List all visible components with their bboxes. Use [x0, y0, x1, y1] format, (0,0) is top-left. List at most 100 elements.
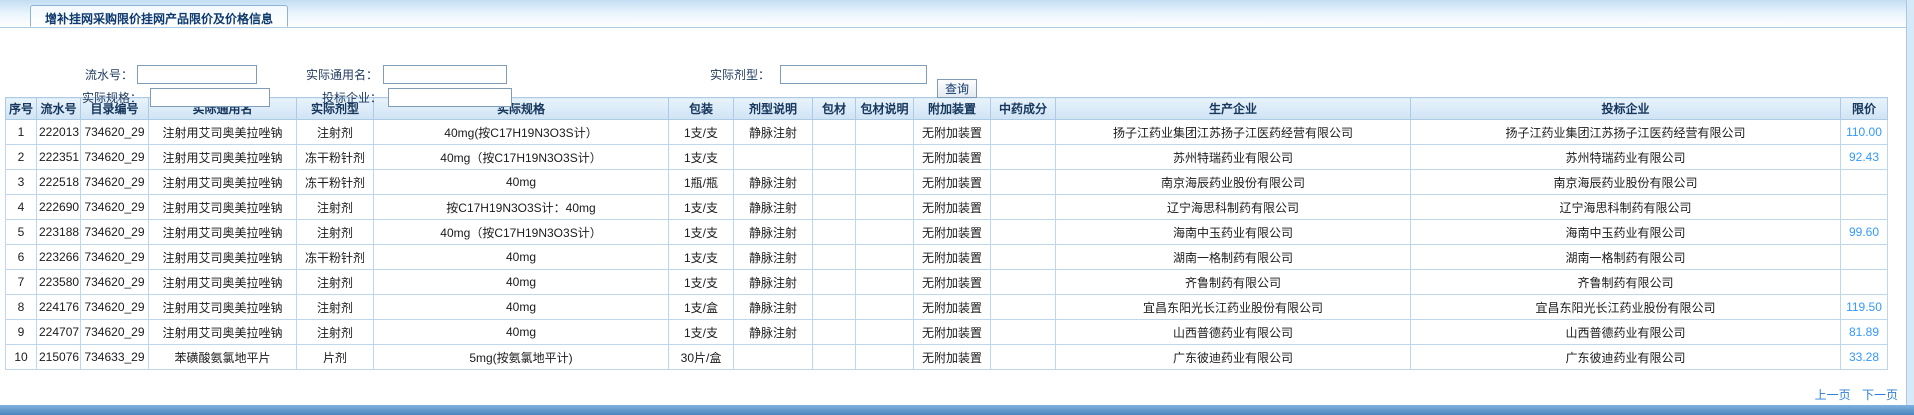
- cell: 宜昌东阳光长江药业股份有限公司: [1411, 295, 1841, 320]
- cell: 3: [6, 170, 37, 195]
- cell: [991, 170, 1056, 195]
- serial-number-input[interactable]: [137, 65, 257, 84]
- cell: [1841, 170, 1888, 195]
- cell: 33.28: [1841, 345, 1888, 370]
- cell: 湖南一格制药有限公司: [1411, 245, 1841, 270]
- cell: 223580: [37, 270, 81, 295]
- vertical-scrollbar-track[interactable]: [1906, 0, 1914, 405]
- column-header-9: 包材说明: [856, 98, 914, 120]
- cell: 广东彼迪药业有限公司: [1411, 345, 1841, 370]
- cell: 静脉注射: [734, 170, 813, 195]
- cell: 静脉注射: [734, 295, 813, 320]
- generic-name-input[interactable]: [383, 65, 507, 84]
- cell: 注射用艾司奥美拉唑钠: [149, 245, 297, 270]
- cell: 辽宁海思科制药有限公司: [1056, 195, 1411, 220]
- cell: 注射用艾司奥美拉唑钠: [149, 195, 297, 220]
- cell: 无附加装置: [914, 195, 991, 220]
- cell: 无附加装置: [914, 220, 991, 245]
- cell: [856, 220, 914, 245]
- serial-number-label: 流水号：: [40, 66, 133, 85]
- cell: [991, 120, 1056, 145]
- table-row: 1222013734620_29注射用艾司奥美拉唑钠注射剂40mg(按C17H1…: [6, 120, 1888, 145]
- cell: 734620_29: [81, 245, 149, 270]
- dosage-form-input[interactable]: [780, 65, 927, 84]
- cell: 81.89: [1841, 320, 1888, 345]
- cell: 110.00: [1841, 120, 1888, 145]
- cell: [991, 320, 1056, 345]
- table-row: 6223266734620_29注射用艾司奥美拉唑钠冻干粉针剂40mg1支/支静…: [6, 245, 1888, 270]
- cell: 40mg（按C17H19N3O3S计）: [374, 145, 669, 170]
- cell: 无附加装置: [914, 170, 991, 195]
- tab-title[interactable]: 增补挂网采购限价挂网产品限价及价格信息: [30, 5, 288, 27]
- cell: [813, 195, 856, 220]
- cell: 注射用艾司奥美拉唑钠: [149, 295, 297, 320]
- cell: 6: [6, 245, 37, 270]
- cell: [813, 145, 856, 170]
- cell: 无附加装置: [914, 245, 991, 270]
- cell: [991, 270, 1056, 295]
- cell: [856, 245, 914, 270]
- cell: 1支/支: [669, 120, 734, 145]
- cell: 山西普德药业有限公司: [1056, 320, 1411, 345]
- cell: 无附加装置: [914, 270, 991, 295]
- cell: 2: [6, 145, 37, 170]
- cell: 734633_29: [81, 345, 149, 370]
- cell: 湖南一格制药有限公司: [1056, 245, 1411, 270]
- cell: 734620_29: [81, 145, 149, 170]
- next-page-link[interactable]: 下一页: [1862, 388, 1898, 402]
- table-row: 3222518734620_29注射用艾司奥美拉唑钠冻干粉针剂40mg1瓶/瓶静…: [6, 170, 1888, 195]
- generic-name-label: 实际通用名：: [286, 66, 378, 85]
- cell: 苏州特瑞药业有限公司: [1411, 145, 1841, 170]
- cell: 40mg（按C17H19N3O3S计）: [374, 220, 669, 245]
- cell: [734, 145, 813, 170]
- column-header-10: 附加装置: [914, 98, 991, 120]
- table-row: 9224707734620_29注射用艾司奥美拉唑钠注射剂40mg1支/支静脉注…: [6, 320, 1888, 345]
- cell: 8: [6, 295, 37, 320]
- cell: 119.50: [1841, 295, 1888, 320]
- table-row: 7223580734620_29注射用艾司奥美拉唑钠注射剂40mg1支/支静脉注…: [6, 270, 1888, 295]
- cell: 注射用艾司奥美拉唑钠: [149, 120, 297, 145]
- cell: 南京海辰药业股份有限公司: [1056, 170, 1411, 195]
- column-header-7: 剂型说明: [734, 98, 813, 120]
- cell: [813, 320, 856, 345]
- cell: 广东彼迪药业有限公司: [1056, 345, 1411, 370]
- tab-strip: 增补挂网采购限价挂网产品限价及价格信息: [0, 0, 1914, 28]
- cell: 无附加装置: [914, 320, 991, 345]
- cell: 1瓶/瓶: [669, 170, 734, 195]
- cell: [856, 295, 914, 320]
- cell: [856, 345, 914, 370]
- cell: 1支/支: [669, 195, 734, 220]
- cell: 静脉注射: [734, 270, 813, 295]
- cell: 4: [6, 195, 37, 220]
- cell: 7: [6, 270, 37, 295]
- cell: 10: [6, 345, 37, 370]
- bidder-input[interactable]: [388, 88, 512, 107]
- cell: [856, 195, 914, 220]
- cell: 222690: [37, 195, 81, 220]
- cell: 注射用艾司奥美拉唑钠: [149, 170, 297, 195]
- cell: 734620_29: [81, 220, 149, 245]
- cell: [813, 245, 856, 270]
- price-table: 序号流水号目录编号实际通用名实际剂型实际规格包装剂型说明包材包材说明附加装置中药…: [5, 97, 1888, 370]
- column-header-14: 限价: [1841, 98, 1888, 120]
- cell: 齐鲁制药有限公司: [1411, 270, 1841, 295]
- prev-page-link[interactable]: 上一页: [1815, 388, 1851, 402]
- dosage-form-label: 实际剂型：: [686, 66, 770, 85]
- cell: 无附加装置: [914, 145, 991, 170]
- cell: 辽宁海思科制药有限公司: [1411, 195, 1841, 220]
- cell: 注射剂: [297, 220, 374, 245]
- cell: [813, 270, 856, 295]
- cell: [813, 345, 856, 370]
- search-form: 流水号： 实际通用名： 实际剂型： 实际规格： 投标企业： 查询: [0, 28, 1914, 97]
- cell: 南京海辰药业股份有限公司: [1411, 170, 1841, 195]
- cell: 1支/支: [669, 220, 734, 245]
- spec-input[interactable]: [150, 88, 270, 107]
- cell: 冻干粉针剂: [297, 145, 374, 170]
- cell: 222351: [37, 145, 81, 170]
- cell: 40mg: [374, 170, 669, 195]
- cell: 苏州特瑞药业有限公司: [1056, 145, 1411, 170]
- cell: 92.43: [1841, 145, 1888, 170]
- cell: 扬子江药业集团江苏扬子江医药经营有限公司: [1411, 120, 1841, 145]
- query-button[interactable]: 查询: [937, 79, 977, 98]
- cell: 扬子江药业集团江苏扬子江医药经营有限公司: [1056, 120, 1411, 145]
